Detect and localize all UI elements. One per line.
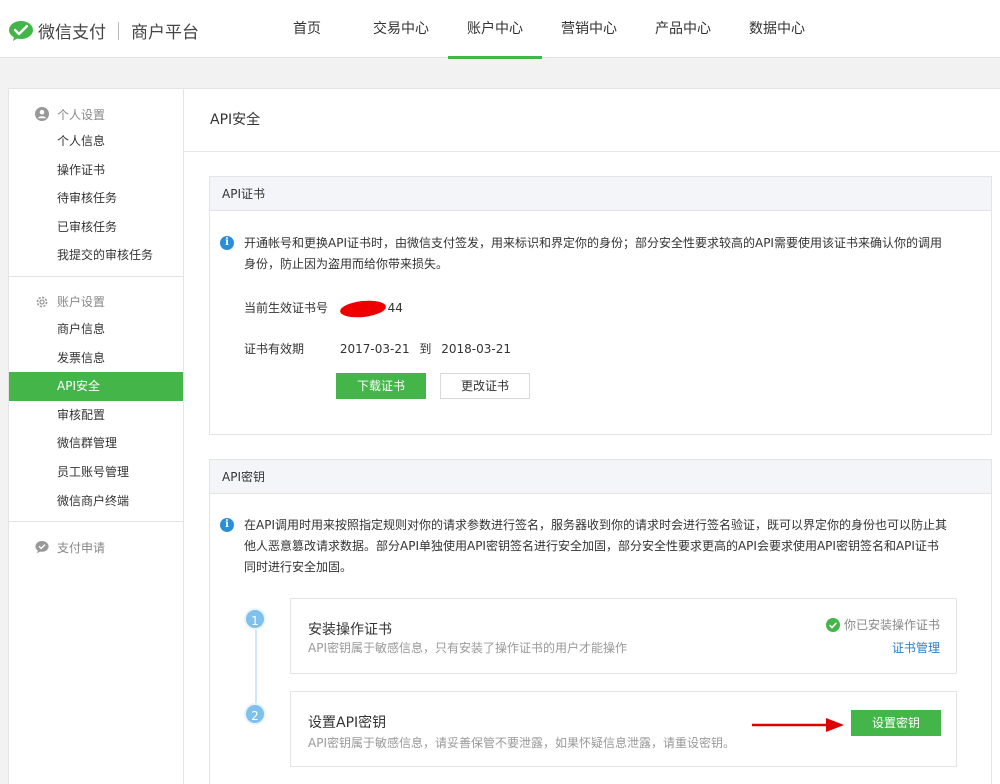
- top-header: 微信支付 商户平台 首页 交易中心 账户中心 营销中心 产品中心 数据中心: [0, 0, 1000, 59]
- sidebar-group-title: 个人设置: [57, 107, 106, 122]
- nav-marketing-center[interactable]: 营销中心: [542, 0, 636, 58]
- brand-subtitle: 商户平台: [131, 23, 199, 43]
- step-description: API密钥属于敏感信息，请妥善保管不要泄露，如果怀疑信息泄露，请重设密钥。: [308, 736, 735, 750]
- cert-manage-link[interactable]: 证书管理: [892, 639, 940, 656]
- sidebar-item-pending-review[interactable]: 待审核任务: [9, 184, 183, 213]
- status-text: 你已安装操作证书: [843, 618, 940, 632]
- sidebar-group-header[interactable]: 账户设置: [9, 289, 183, 315]
- sidebar-group-account: 账户设置 商户信息 发票信息 API安全 审核配置 微信群管理 员工账号管理 微…: [9, 277, 183, 523]
- step-connector: [255, 621, 257, 713]
- nav-trade-center[interactable]: 交易中心: [354, 0, 448, 58]
- user-circle-icon: [35, 107, 49, 121]
- set-key-button[interactable]: 设置密钥: [851, 710, 941, 736]
- step-description: API密钥属于敏感信息，只有安装了操作证书的用户才能操作: [308, 641, 627, 655]
- cert-info-line: 开通帐号和更换API证书时，由微信支付签发，用来标识和界定你的身份；部分安全性要…: [244, 236, 942, 250]
- top-nav: 首页 交易中心 账户中心 营销中心 产品中心 数据中心: [260, 0, 824, 59]
- chat-bubble-icon: [35, 541, 49, 554]
- sidebar-group-payment-apply: 支付申请: [9, 522, 183, 566]
- cert-validity-label: 证书有效期: [244, 342, 305, 356]
- change-cert-button[interactable]: 更改证书: [440, 373, 530, 399]
- nav-product-center[interactable]: 产品中心: [636, 0, 730, 58]
- sidebar-item-staff-accounts[interactable]: 员工账号管理: [9, 458, 183, 487]
- sidebar-item-operation-cert[interactable]: 操作证书: [9, 156, 183, 185]
- cert-validity-to-word: 到: [419, 342, 432, 356]
- nav-account-center[interactable]: 账户中心: [448, 0, 542, 59]
- key-info-line: 在API调用时用来按照指定规则对你的请求参数进行签名，服务器收到你的请求时会进行…: [244, 518, 947, 532]
- cert-validity-to: 2018-03-21: [441, 342, 512, 356]
- sidebar-group-header[interactable]: 个人设置: [9, 101, 183, 127]
- nav-data-center[interactable]: 数据中心: [730, 0, 824, 58]
- sidebar-item-review-config[interactable]: 审核配置: [9, 401, 183, 430]
- step-install-cert: 安装操作证书 API密钥属于敏感信息，只有安装了操作证书的用户才能操作 你已安装…: [290, 598, 957, 674]
- download-cert-button[interactable]: 下载证书: [336, 373, 426, 399]
- page-title: API安全: [184, 89, 1000, 152]
- key-info-line: 他人恶意篡改请求数据。部分API单独使用API密钥签名进行安全加固，部分安全性要…: [244, 539, 939, 553]
- info-icon: i: [220, 236, 234, 250]
- brand-name: 微信支付: [38, 23, 106, 43]
- brand-divider: [118, 21, 119, 40]
- cert-serial-value: 44: [387, 301, 403, 315]
- card-title: API证书: [210, 177, 991, 211]
- info-icon: i: [220, 518, 234, 532]
- gear-icon: [36, 296, 48, 308]
- api-cert-card: API证书 i 开通帐号和更换API证书时，由微信支付签发，用来标识和界定你的身…: [209, 176, 992, 435]
- sidebar-group-header[interactable]: 支付申请: [9, 534, 183, 560]
- sidebar-item-invoice-info[interactable]: 发票信息: [9, 344, 183, 373]
- redaction-mark: [339, 298, 387, 319]
- key-info-notice: i 在API调用时用来按照指定规则对你的请求参数进行签名，服务器收到你的请求时会…: [210, 515, 991, 578]
- sidebar-item-personal-info[interactable]: 个人信息: [9, 127, 183, 156]
- step-number-badge: 1: [244, 608, 266, 630]
- sidebar-group-title: 账户设置: [57, 295, 106, 310]
- cert-serial-row: 当前生效证书号 44: [244, 298, 403, 319]
- cert-serial-label: 当前生效证书号: [244, 301, 329, 315]
- sidebar-item-merchant-info[interactable]: 商户信息: [9, 315, 183, 344]
- cert-installed-status: 你已安装操作证书: [825, 616, 940, 633]
- step-title: 设置API密钥: [308, 715, 387, 731]
- key-info-line: 同时进行安全加固。: [244, 560, 353, 574]
- cert-info-line: 身份，防止因为盗用而给你带来损失。: [244, 257, 449, 271]
- step-number-badge: 2: [244, 703, 266, 725]
- annotation-arrow-icon: [752, 718, 844, 732]
- sidebar-group-title: 支付申请: [57, 540, 106, 555]
- sidebar-item-api-security[interactable]: API安全: [9, 372, 183, 401]
- sidebar-group-personal: 个人设置 个人信息 操作证书 待审核任务 已审核任务 我提交的审核任务: [9, 89, 183, 277]
- cert-validity-row: 证书有效期 2017-03-21 到 2018-03-21: [244, 340, 511, 357]
- sidebar-item-wechat-group[interactable]: 微信群管理: [9, 429, 183, 458]
- card-title: API密钥: [210, 460, 991, 494]
- check-circle-icon: [825, 617, 840, 632]
- cert-validity-from: 2017-03-21: [339, 342, 410, 356]
- brand-logo[interactable]: 微信支付 商户平台: [8, 18, 199, 43]
- sidebar-item-merchant-terminal[interactable]: 微信商户终端: [9, 487, 183, 516]
- wechat-pay-logo-icon: [9, 20, 33, 41]
- cert-info-notice: i 开通帐号和更换API证书时，由微信支付签发，用来标识和界定你的身份；部分安全…: [210, 233, 991, 275]
- sidebar: 个人设置 个人信息 操作证书 待审核任务 已审核任务 我提交的审核任务 账户设置…: [8, 88, 184, 784]
- sidebar-item-reviewed[interactable]: 已审核任务: [9, 213, 183, 242]
- nav-home[interactable]: 首页: [260, 0, 354, 58]
- step-title: 安装操作证书: [308, 622, 392, 638]
- sidebar-item-my-submitted[interactable]: 我提交的审核任务: [9, 241, 183, 270]
- step-set-api-key: 设置API密钥 API密钥属于敏感信息，请妥善保管不要泄露，如果怀疑信息泄露，请…: [290, 691, 957, 767]
